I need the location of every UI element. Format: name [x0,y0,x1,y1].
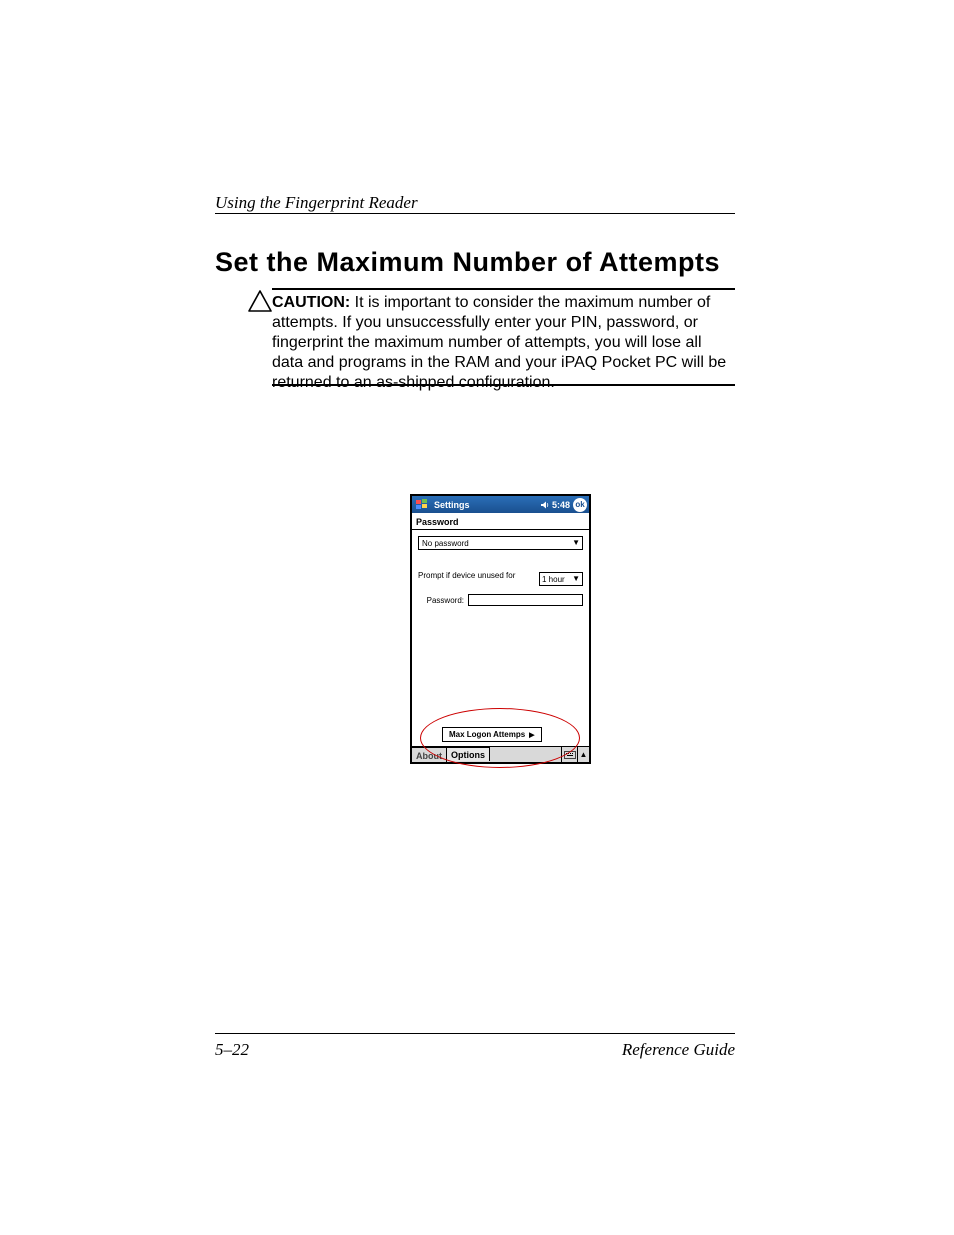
caution-icon [248,290,272,317]
app-label: Password [412,513,589,529]
tab-about[interactable]: About [412,747,447,762]
max-logon-attempts-menu-item[interactable]: Max Logon Attemps ▶ [442,727,542,742]
keyboard-menu-arrow[interactable]: ▲ [577,747,589,762]
password-type-select[interactable]: No password ▼ [418,536,583,550]
app-rule [412,529,589,530]
running-head: Using the Fingerprint Reader [215,193,418,213]
password-field-label: Password: [418,596,464,605]
start-menu-icon[interactable] [414,497,430,512]
submenu-arrow-icon: ▶ [529,731,534,739]
settings-body: No password ▼ Prompt if device unused fo… [412,536,589,606]
menu-item-label: Max Logon Attemps [449,730,525,739]
caution-label: CAUTION: [272,294,350,311]
caution-rule-top [272,288,735,290]
password-type-value: No password [422,539,469,548]
ok-button[interactable]: ok [573,498,587,512]
rule-top [215,213,735,214]
section-heading: Set the Maximum Number of Attempts [215,247,720,278]
window-titlebar: Settings 5:48 ok [412,496,589,513]
clock: 5:48 [552,500,570,510]
caution-rule-bottom [272,384,735,386]
doc-title: Reference Guide [622,1040,735,1060]
prompt-label: Prompt if device unused for [418,572,533,581]
page-number: 5–22 [215,1040,249,1060]
keyboard-icon[interactable] [561,747,577,762]
bottom-bar: About Options ▲ [412,746,589,762]
tab-options[interactable]: Options [447,746,490,761]
chevron-down-icon: ▼ [572,574,580,583]
device-screenshot: Settings 5:48 ok Password No password ▼ … [410,494,591,764]
chevron-down-icon: ▼ [572,538,580,547]
page: Using the Fingerprint Reader Set the Max… [0,0,954,1235]
context-menu: Max Logon Attemps ▶ [442,727,542,742]
password-input[interactable] [468,594,583,606]
caution-text: CAUTION: It is important to consider the… [272,293,735,393]
rule-bottom [215,1033,735,1034]
window-title: Settings [434,500,470,510]
volume-icon[interactable] [540,500,550,510]
idle-time-value: 1 hour [542,575,565,584]
idle-time-select[interactable]: 1 hour ▼ [539,572,583,586]
